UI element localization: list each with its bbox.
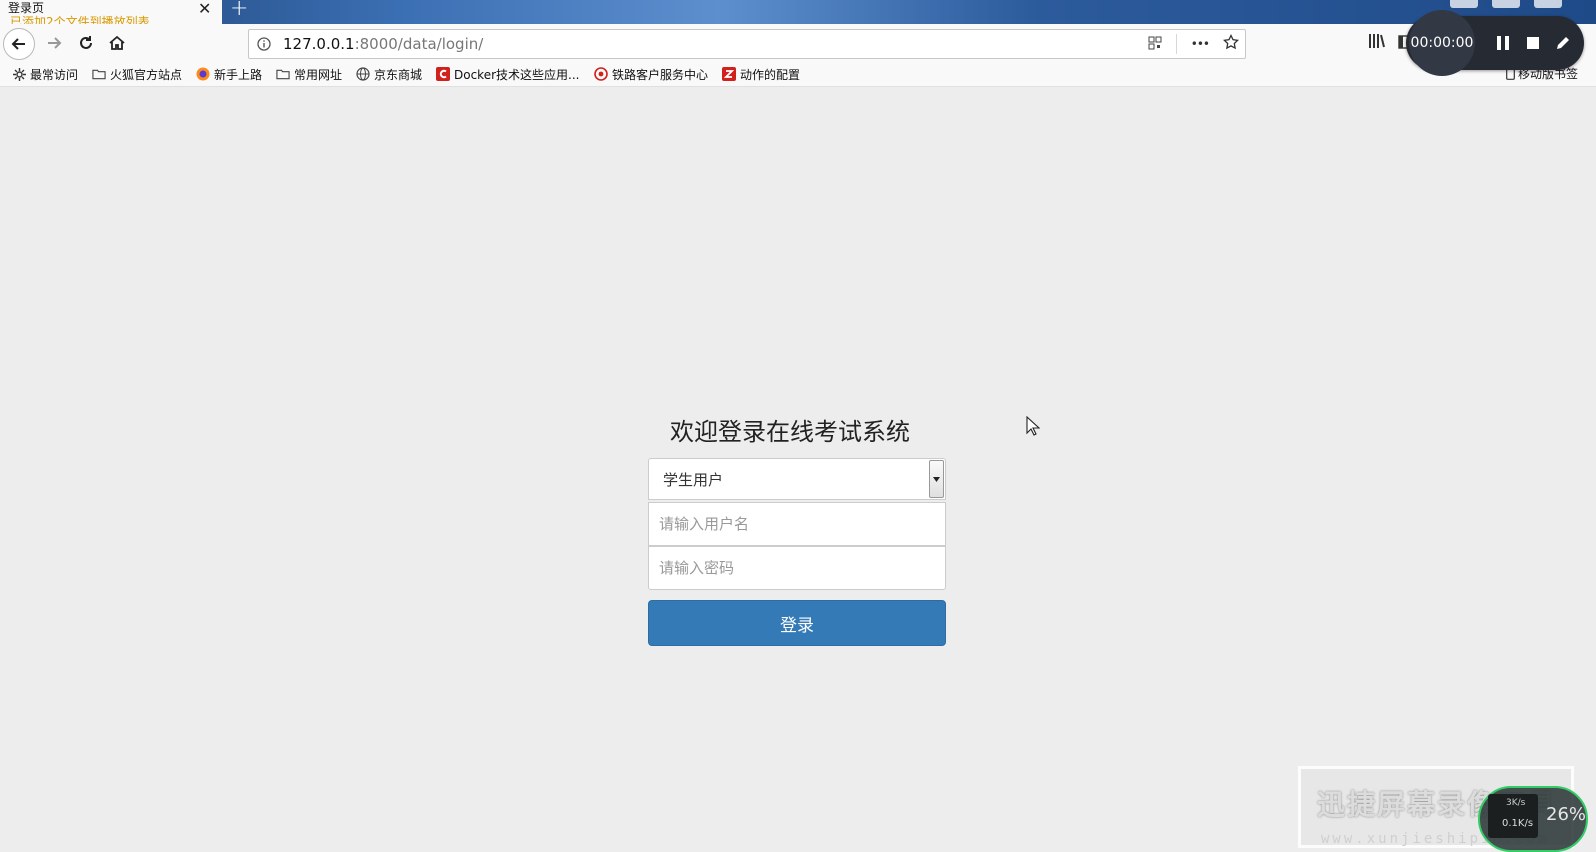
close-tab-icon[interactable]: ✕ [198, 1, 211, 17]
pause-button[interactable] [1494, 34, 1512, 52]
bookmarks-toolbar: 最常访问 火狐官方站点 新手上路 常用网址 京东商城 Docker技术这些应用.… [0, 62, 1596, 87]
bookmark-label: 京东商城 [374, 67, 423, 82]
bookmark-label: 新手上路 [214, 67, 263, 82]
bookmark-item[interactable]: 火狐官方站点 [92, 65, 182, 83]
back-button[interactable] [3, 28, 35, 60]
network-speed-widget: 3K/s 0.1K/s 26% [1478, 786, 1588, 852]
globe-icon [356, 67, 370, 81]
browser-tab[interactable]: 登录页 已添加2个文件到播放列表 ✕ [0, 0, 222, 29]
login-title: 欢迎登录在线考试系统 [670, 418, 910, 446]
home-icon [109, 35, 125, 50]
site-info-icon[interactable] [257, 36, 271, 55]
firefox-icon [196, 67, 210, 81]
bookmark-item[interactable]: Docker技术这些应用... [436, 65, 579, 83]
screen-recorder-widget: 00:00:00 [1406, 10, 1584, 76]
bookmark-label: 火狐官方站点 [110, 67, 183, 82]
bookmark-label: 铁路客户服务中心 [612, 67, 709, 82]
address-bar-actions: ••• [1148, 33, 1240, 54]
minimize-icon[interactable] [1450, 0, 1478, 8]
c-logo-icon [436, 67, 450, 81]
dropdown-arrow-icon[interactable] [929, 460, 944, 498]
maximize-icon[interactable] [1492, 0, 1520, 8]
tab-title: 登录页 [8, 1, 45, 15]
user-type-select[interactable]: 学生用户 [648, 458, 946, 500]
bookmark-item[interactable]: 新手上路 [196, 65, 262, 83]
z-logo-icon [722, 67, 736, 81]
title-bar: 登录页 已添加2个文件到播放列表 ✕ + [0, 0, 1596, 29]
window-controls [1450, 0, 1562, 10]
pause-icon [1497, 36, 1509, 50]
upload-speed: 3K/s [1506, 798, 1526, 808]
pencil-icon [1557, 37, 1569, 49]
home-button[interactable] [101, 27, 133, 59]
bookmark-label: 最常访问 [30, 67, 79, 82]
arrow-right-icon [48, 37, 62, 49]
bookmark-item[interactable]: 动作的配置 [722, 65, 800, 83]
recording-timer: 00:00:00 [1409, 10, 1475, 76]
qr-code-icon[interactable] [1148, 35, 1162, 54]
password-input[interactable] [648, 546, 946, 590]
divider [1175, 34, 1177, 54]
railway-icon [594, 67, 608, 81]
bookmark-item[interactable]: 铁路客户服务中心 [594, 65, 708, 83]
address-bar[interactable]: 127.0.0.1:8000/data/login/ ••• [248, 29, 1246, 59]
url-text[interactable]: 127.0.0.1:8000/data/login/ [283, 35, 483, 53]
url-path: :8000/data/login/ [354, 35, 484, 53]
usage-percent: 26% [1546, 804, 1587, 825]
bookmark-item[interactable]: 最常访问 [12, 65, 78, 83]
navigation-bar: 127.0.0.1:8000/data/login/ ••• [0, 24, 1596, 62]
download-speed: 0.1K/s [1502, 818, 1534, 829]
user-type-value: 学生用户 [663, 471, 724, 489]
page-actions-icon[interactable]: ••• [1191, 37, 1210, 51]
username-input[interactable] [648, 502, 946, 546]
bookmark-star-icon[interactable] [1222, 33, 1240, 54]
url-host: 127.0.0.1 [283, 35, 355, 53]
reload-icon [80, 36, 92, 49]
forward-button[interactable] [38, 27, 70, 59]
login-button[interactable]: 登录 [648, 600, 946, 646]
bookmark-item[interactable]: 常用网址 [276, 65, 342, 83]
speed-panel: 3K/s 0.1K/s [1488, 794, 1538, 838]
new-tab-icon[interactable]: + [230, 0, 248, 21]
stop-button[interactable] [1524, 34, 1542, 52]
folder-icon [276, 67, 290, 81]
window-close-icon[interactable] [1534, 0, 1562, 8]
bookmark-label: 常用网址 [294, 67, 343, 82]
gear-icon [12, 67, 26, 81]
stop-icon [1527, 37, 1539, 49]
reload-button[interactable] [70, 27, 102, 59]
library-icon[interactable] [1368, 33, 1386, 53]
bookmark-item[interactable]: 京东商城 [356, 65, 422, 83]
folder-icon [92, 67, 106, 81]
bookmark-label: Docker技术这些应用... [454, 67, 580, 82]
annotate-button[interactable] [1554, 34, 1572, 52]
arrow-left-icon [11, 38, 25, 50]
bookmark-label: 动作的配置 [740, 67, 801, 82]
mouse-cursor-icon [1026, 415, 1041, 440]
